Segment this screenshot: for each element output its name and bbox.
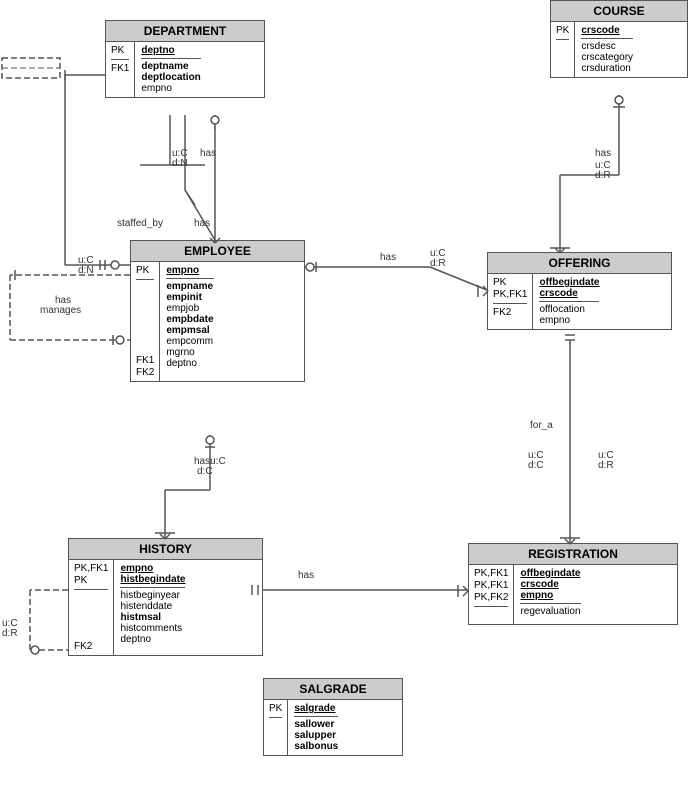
- dept-attrs: deptname deptlocation empno: [141, 61, 200, 94]
- emp-fk4-label: [136, 319, 154, 330]
- entity-department-title: DEPARTMENT: [106, 21, 264, 42]
- course-pk-label: PK: [556, 25, 569, 36]
- label-for-a: for_a: [530, 420, 553, 431]
- emp-fk3-label: [136, 307, 154, 318]
- emp-fk2-label: [136, 295, 154, 306]
- off-offbegindate: offbegindate: [539, 277, 599, 288]
- label-has-hist-reg: has: [298, 570, 314, 581]
- label-dn-left: d:N: [78, 265, 94, 276]
- off-attrs: offlocation empno: [539, 304, 599, 326]
- entity-offering-title: OFFERING: [488, 253, 671, 274]
- hist-histbegindate: histbegindate: [120, 574, 185, 585]
- emp-fk5-label: [136, 331, 154, 342]
- hist-attrs: histbeginyear histenddate histmsal histc…: [120, 590, 185, 645]
- reg-attrs: regevaluation: [520, 606, 580, 617]
- emp-attrs: empname empinit empjob empbdate empmsal …: [166, 281, 213, 369]
- label-dr-course: d:R: [595, 170, 611, 181]
- sal-salgrade: salgrade: [294, 703, 338, 714]
- emp-empno: empno: [166, 265, 199, 276]
- label-dc-emp-hist: d:C: [197, 466, 213, 477]
- entity-salgrade: SALGRADE PK salgrade sallower salupper s…: [263, 678, 403, 756]
- label-has-emp-off: has: [380, 252, 396, 263]
- course-attrs: crsdesc crscategory crsduration: [581, 41, 633, 74]
- label-dr-off-reg: d:R: [598, 460, 614, 471]
- dept-pk-label: PK: [111, 45, 129, 56]
- emp-fk6-label: [136, 343, 154, 354]
- entity-offering: OFFERING PK PK,FK1 FK2 offbegindate crsc…: [487, 252, 672, 330]
- label-has-dept-emp: has: [194, 218, 210, 229]
- course-pk-label2: [556, 43, 569, 54]
- dept-fk1-label: FK1: [111, 63, 129, 74]
- entity-history-title: HISTORY: [69, 539, 262, 560]
- entity-registration-title: REGISTRATION: [469, 544, 677, 565]
- dept-deptno: deptno: [141, 45, 174, 56]
- label-dr-hist: d:R: [2, 628, 18, 639]
- hist-empno: empno: [120, 563, 185, 574]
- label-dc-off-reg: d:C: [528, 460, 544, 471]
- label-dr-emp-off: d:R: [430, 258, 446, 269]
- label-circle-has: has: [200, 148, 216, 159]
- entity-department: DEPARTMENT PK FK1 deptno deptname deptlo…: [105, 20, 265, 98]
- label-dn-dept: d:N: [172, 158, 188, 169]
- emp-fk7-label: FK1: [136, 355, 154, 366]
- sal-pk-label: PK: [269, 703, 282, 714]
- sal-empty: [269, 721, 282, 732]
- entity-employee: EMPLOYEE PK FK1 FK2 empno: [130, 240, 305, 382]
- diagram-container: DEPARTMENT PK FK1 deptno deptname deptlo…: [0, 0, 690, 803]
- emp-pk-label: PK: [136, 265, 154, 276]
- reg-offbegindate: offbegindate: [520, 568, 580, 579]
- label-manages: manages: [40, 305, 81, 316]
- entity-salgrade-title: SALGRADE: [264, 679, 402, 700]
- entity-history: HISTORY PK,FK1 PK FK2 empno histbegindat…: [68, 538, 263, 656]
- entity-registration: REGISTRATION PK,FK1 PK,FK1 PK,FK2 offbeg…: [468, 543, 678, 625]
- label-has-course-off: has: [595, 148, 611, 159]
- sal-attrs: sallower salupper salbonus: [294, 719, 338, 752]
- emp-fk8-label: FK2: [136, 367, 154, 378]
- course-crscode: crscode: [581, 25, 619, 36]
- reg-empno: empno: [520, 590, 580, 601]
- entity-employee-title: EMPLOYEE: [131, 241, 304, 262]
- reg-crscode: crscode: [520, 579, 580, 590]
- label-staffed-by: staffed_by: [117, 218, 163, 229]
- entity-course: COURSE PK crscode crsdesc crscategory cr…: [550, 0, 688, 78]
- entity-course-title: COURSE: [551, 1, 687, 22]
- off-crscode: crscode: [539, 288, 599, 299]
- emp-fk1-label: [136, 283, 154, 294]
